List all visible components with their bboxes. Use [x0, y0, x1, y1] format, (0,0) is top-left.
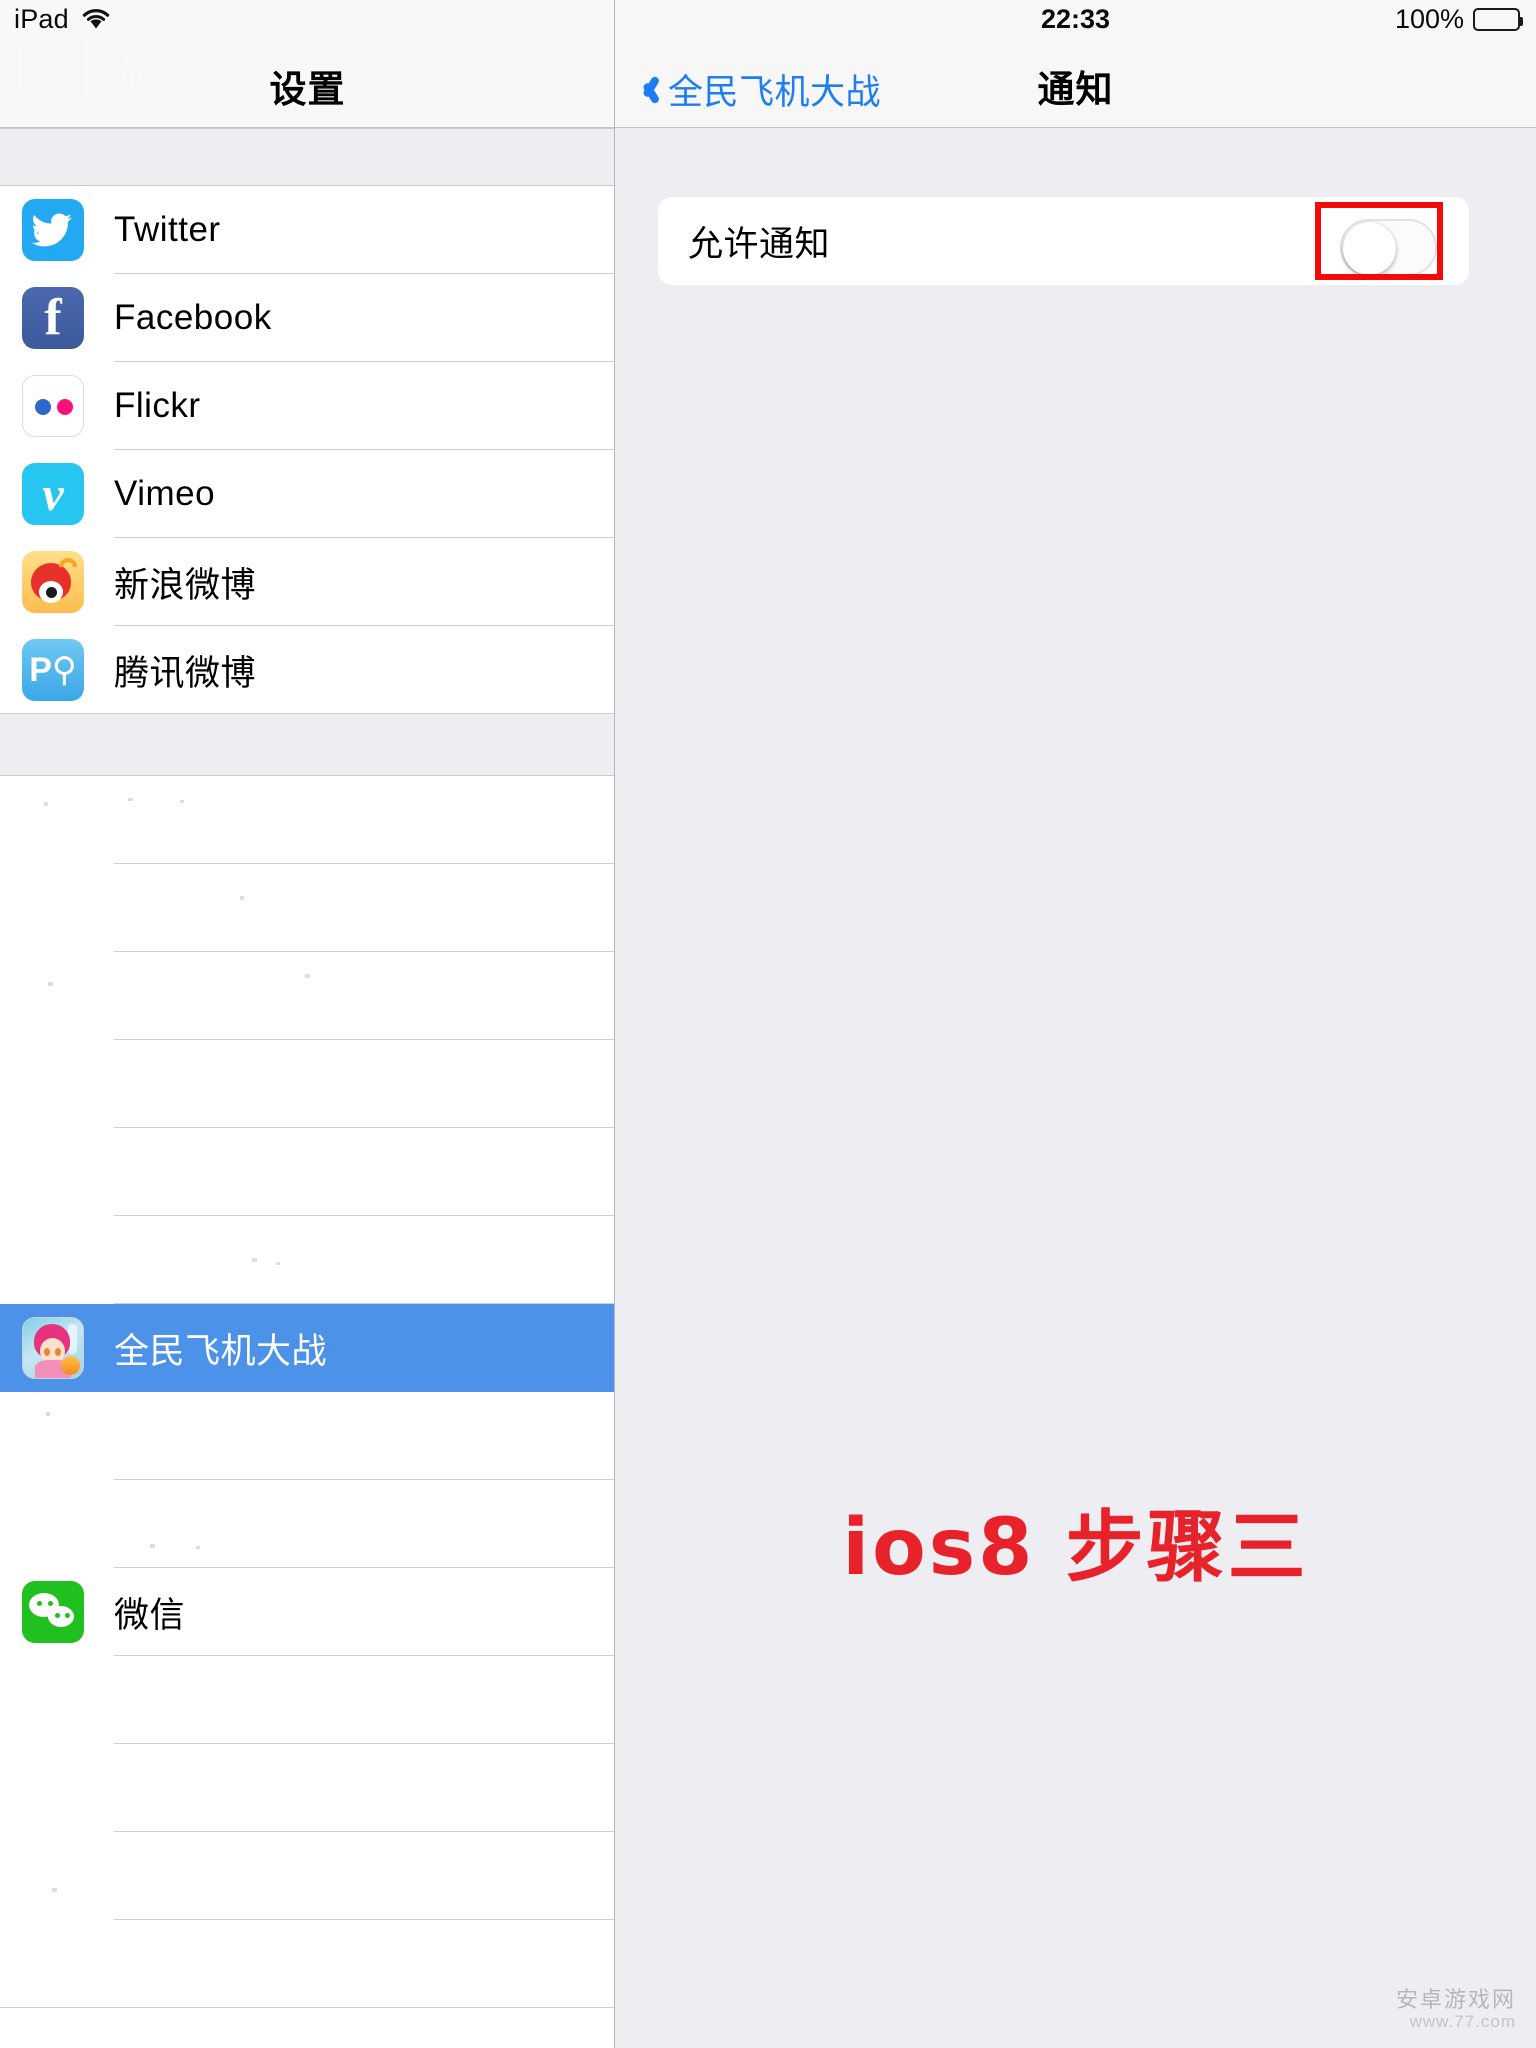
step-annotation-text: ios8 步骤三: [842, 1503, 1309, 1593]
list-item[interactable]: [0, 864, 614, 952]
toggle-container: [1315, 202, 1443, 280]
sidebar-item-label: 新浪微博: [114, 565, 257, 605]
sidebar-item-facebook[interactable]: f Facebook: [0, 274, 614, 362]
sidebar-item-sina-weibo[interactable]: 新浪微博: [0, 538, 614, 626]
sidebar-item-twitter[interactable]: ᴑ Twitter: [0, 186, 614, 274]
row-divider: [0, 713, 614, 714]
sidebar-item-label: 腾讯微博: [114, 653, 257, 693]
sidebar-item-tencent-weibo[interactable]: P⚲ 腾讯微博: [0, 626, 614, 714]
battery-percent-label: 100%: [1394, 4, 1464, 34]
sidebar-item-label: 全民飞机大战: [114, 1331, 328, 1371]
settings-master-pane: 播客 Game Center 设置 iPad: [0, 0, 615, 2048]
twitter-icon: ᴑ: [22, 199, 84, 261]
sidebar-item-label: 微信: [114, 1595, 186, 1635]
watermark: 安卓游戏网 www.77.com: [1396, 1987, 1516, 2032]
sidebar-item-label: Flickr: [114, 386, 201, 425]
list-item[interactable]: [0, 776, 614, 864]
wechat-icon: [22, 1581, 84, 1643]
sidebar-item-label: Twitter: [114, 210, 221, 249]
allow-notifications-label: 允许通知: [688, 224, 831, 264]
vimeo-icon: v: [22, 463, 84, 525]
sidebar-item-label: Vimeo: [114, 474, 216, 513]
red-highlight-box: [1315, 202, 1443, 280]
battery-full-icon: [1473, 8, 1523, 31]
facebook-icon: f: [22, 287, 84, 349]
allow-notifications-row[interactable]: 允许通知: [658, 197, 1469, 285]
sidebar-item-flickr[interactable]: Flickr: [0, 362, 614, 450]
airplane-battle-app-icon: [22, 1317, 84, 1379]
list-item[interactable]: [0, 1920, 614, 2008]
list-item[interactable]: [0, 1040, 614, 1128]
status-bar-right: 22:33 100%: [615, 0, 1536, 38]
list-item[interactable]: [0, 1744, 614, 1832]
settings-list[interactable]: ᴑ Twitter f Facebook Flickr: [0, 128, 614, 2048]
wifi-icon: [81, 8, 111, 30]
list-item[interactable]: [0, 1128, 614, 1216]
list-item[interactable]: [0, 1392, 614, 1480]
watermark-line2: www.77.com: [1409, 2012, 1516, 2032]
sidebar-item-wechat[interactable]: 微信: [0, 1568, 614, 1656]
list-item[interactable]: [0, 1832, 614, 1920]
battery-indicator: 100%: [1394, 4, 1523, 35]
watermark-line1: 安卓游戏网: [1395, 1987, 1516, 2013]
ipad-settings-screen: 播客 Game Center 设置 iPad: [0, 0, 1536, 2048]
list-item[interactable]: [0, 1216, 614, 1304]
list-item[interactable]: [0, 1656, 614, 1744]
group-spacer: [0, 714, 614, 776]
flickr-icon: [22, 375, 84, 437]
list-item[interactable]: [0, 1480, 614, 1568]
notifications-detail-pane: 全民飞机大战 通知 22:33 100% 允许通知 ios8 步骤三 安卓游戏网…: [615, 0, 1536, 2048]
sidebar-item-label: Facebook: [114, 298, 272, 337]
list-item[interactable]: [0, 952, 614, 1040]
page-title: 设置: [269, 69, 346, 110]
device-label: iPad: [14, 3, 69, 34]
row-divider: [0, 2007, 614, 2008]
group-spacer: [0, 128, 614, 186]
sina-weibo-icon: [22, 551, 84, 613]
tencent-weibo-icon: P⚲: [22, 639, 84, 701]
detail-page-title: 通知: [1037, 69, 1114, 110]
sidebar-item-airplane-battle[interactable]: 全民飞机大战: [0, 1304, 614, 1392]
status-bar-left: iPad: [0, 0, 614, 38]
sidebar-item-vimeo[interactable]: v Vimeo: [0, 450, 614, 538]
